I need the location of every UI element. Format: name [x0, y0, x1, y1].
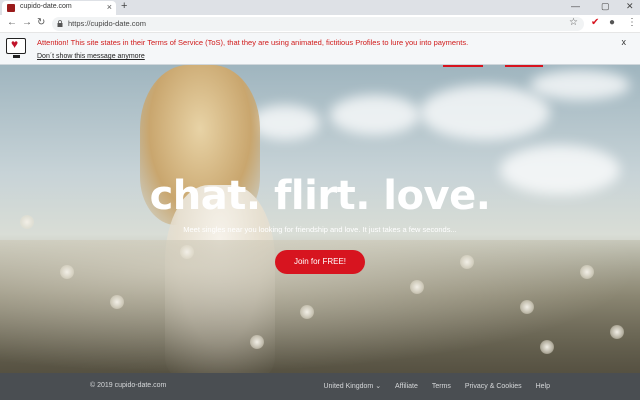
browser-tab[interactable]: cupido-date.com × [2, 1, 116, 15]
new-tab-button[interactable]: + [121, 0, 127, 12]
dont-show-again-link[interactable]: Don´t show this message anymore [37, 53, 145, 60]
warning-banner: ♥ Attention! This site states in their T… [0, 33, 640, 65]
join-free-button[interactable]: Join for FREE! [275, 250, 365, 274]
maximize-icon[interactable]: ▢ [601, 1, 610, 12]
flower [460, 255, 474, 269]
cloud [530, 70, 630, 100]
profile-icon[interactable]: ● [609, 17, 615, 28]
menu-kebab-icon[interactable]: ⋮ [627, 17, 637, 28]
flower [300, 305, 314, 319]
nav-accent-line [443, 65, 483, 67]
flower [180, 245, 194, 259]
back-icon[interactable]: ← [7, 17, 17, 28]
close-window-icon[interactable]: ✕ [626, 1, 634, 12]
flower [580, 265, 594, 279]
terms-link[interactable]: Terms [432, 383, 451, 390]
tab-title: cupido-date.com [20, 3, 72, 10]
address-bar[interactable]: https://cupido-date.com ☆ [52, 17, 584, 31]
tab-close-icon[interactable]: × [107, 2, 112, 12]
bookmark-star-icon[interactable]: ☆ [569, 17, 578, 28]
lock-icon [57, 20, 63, 27]
privacy-cookies-link[interactable]: Privacy & Cookies [465, 383, 522, 390]
warning-message: Attention! This site states in their Ter… [37, 38, 469, 47]
reload-icon[interactable]: ↻ [37, 17, 45, 28]
forward-icon[interactable]: → [22, 17, 32, 28]
hero-headline: chat. flirt. love. [149, 173, 491, 219]
affiliate-link[interactable]: Affiliate [395, 383, 418, 390]
site-favicon-icon [7, 4, 15, 12]
footer-links: United Kingdom ⌄ Affiliate Terms Privacy… [311, 382, 550, 390]
country-select[interactable]: United Kingdom ⌄ [323, 383, 381, 390]
flower [520, 300, 534, 314]
tab-strip: cupido-date.com × + — ▢ ✕ [0, 0, 640, 15]
browser-toolbar: ← → ↻ https://cupido-date.com ☆ ✔ ● ⋮ [0, 15, 640, 33]
chevron-down-icon: ⌄ [375, 383, 382, 390]
url-text: https://cupido-date.com [68, 19, 146, 28]
cloud [420, 85, 550, 140]
monitor-heart-icon: ♥ [6, 37, 26, 54]
nav-accent-line [505, 65, 543, 67]
flower [540, 340, 554, 354]
country-label: United Kingdom [323, 383, 374, 390]
flower [250, 335, 264, 349]
flower [410, 280, 424, 294]
footer: © 2019 cupido-date.com United Kingdom ⌄ … [0, 373, 640, 400]
monitor-stand [13, 55, 20, 58]
minimize-icon[interactable]: — [571, 1, 580, 11]
help-link[interactable]: Help [536, 383, 550, 390]
cloud [330, 95, 420, 135]
flower [610, 325, 624, 339]
hero-section: chat. flirt. love. Meet singles near you… [0, 65, 640, 373]
hero-subline: Meet singles near you looking for friend… [183, 225, 457, 234]
flower [60, 265, 74, 279]
close-banner-icon[interactable]: x [622, 37, 627, 47]
extension-check-icon[interactable]: ✔ [591, 17, 599, 28]
flower [110, 295, 124, 309]
cloud [250, 105, 320, 140]
copyright-text: © 2019 cupido-date.com [90, 382, 167, 389]
